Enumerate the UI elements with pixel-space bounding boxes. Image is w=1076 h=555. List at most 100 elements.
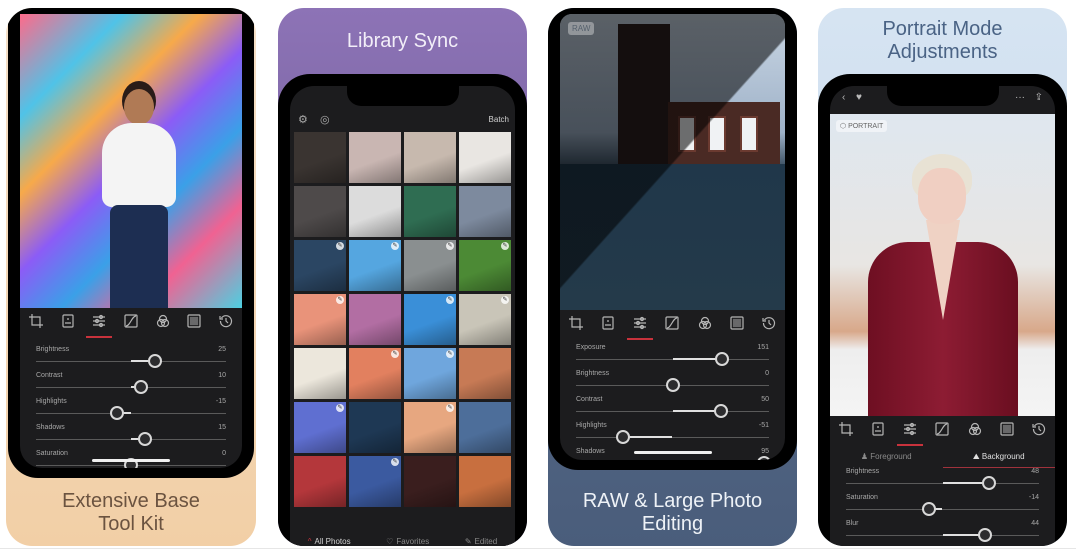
tab-edited[interactable]: ✎ Edited: [465, 537, 497, 546]
tool-crop[interactable]: [837, 421, 855, 439]
batch-button[interactable]: Batch: [489, 115, 509, 124]
tool-vignette[interactable]: [728, 315, 746, 333]
heart-icon[interactable]: ♥: [856, 92, 862, 103]
slider-thumb[interactable]: [981, 476, 996, 490]
slider-brightness: Brightness 0: [576, 370, 769, 396]
raw-badge: RAW: [568, 22, 595, 35]
share-icon[interactable]: ⇪: [1035, 92, 1043, 103]
slider-label: Contrast: [36, 372, 63, 379]
slider-track[interactable]: [36, 413, 226, 414]
phone-screen: ⚙ ◎ Batch ✎ ✎ ✎ ✎ ✎ ✎ ✎ ✎ ✎ ✎ ✎ ✎ ^ All Photos ♡ Favo…: [290, 86, 515, 546]
photo-grid: ✎ ✎ ✎ ✎ ✎ ✎ ✎ ✎ ✎ ✎ ✎ ✎: [294, 132, 511, 507]
slider-thumb[interactable]: [665, 378, 680, 392]
aperture-icon[interactable]: ◎: [320, 114, 332, 126]
slider-label: Contrast: [576, 396, 603, 403]
tool-adjust[interactable]: [86, 313, 113, 338]
photo-thumbnail[interactable]: ✎: [349, 456, 401, 507]
phone-notch: [346, 86, 459, 106]
slider-thumb[interactable]: [713, 404, 728, 418]
tool-crop[interactable]: [27, 313, 45, 331]
tool-color-mixer[interactable]: [966, 421, 984, 439]
photo-thumbnail[interactable]: ✎: [349, 348, 401, 399]
photo-subject: [868, 154, 1018, 416]
photo-thumbnail[interactable]: ✎: [404, 294, 456, 345]
slider-thumb[interactable]: [921, 502, 936, 516]
gear-icon[interactable]: ⚙: [298, 114, 310, 126]
photo-thumbnail[interactable]: ✎: [459, 294, 511, 345]
tool-frame[interactable]: [59, 313, 77, 331]
photo-thumbnail[interactable]: [349, 294, 401, 345]
photo-preview: [20, 14, 242, 308]
photo-thumbnail[interactable]: [459, 186, 511, 237]
slider-thumb[interactable]: [977, 528, 992, 542]
slider-thumb[interactable]: [109, 406, 124, 420]
photo-thumbnail[interactable]: [294, 186, 346, 237]
tool-history[interactable]: [760, 315, 778, 333]
photo-thumbnail[interactable]: ✎: [294, 240, 346, 291]
tool-curves[interactable]: [122, 313, 140, 331]
edited-badge-icon: ✎: [336, 242, 344, 250]
slider-track[interactable]: [846, 509, 1039, 510]
slider-value: 95: [761, 448, 769, 455]
photo-thumbnail[interactable]: [459, 456, 511, 507]
tool-frame[interactable]: [599, 315, 617, 333]
tool-history[interactable]: [217, 313, 235, 331]
slider-thumb[interactable]: [138, 432, 153, 446]
phone-screen: RAW Exposure 151 Brightness 0 Contrast 50 High…: [560, 14, 785, 460]
tool-adjust[interactable]: [897, 421, 924, 446]
screenshot-card-base-toolkit: Brightness 25 Contrast 10 Highlights -15 Shado…: [6, 8, 256, 546]
segment-foreground[interactable]: ♟ Foreground: [830, 448, 943, 468]
slider-thumb[interactable]: [757, 456, 772, 460]
photo-thumbnail[interactable]: ✎: [404, 348, 456, 399]
tool-vignette[interactable]: [998, 421, 1016, 439]
tool-curves[interactable]: [663, 315, 681, 333]
caption-line: Extensive Base: [62, 490, 200, 512]
segment-label: Foreground: [870, 452, 912, 461]
photo-thumbnail[interactable]: [294, 132, 346, 183]
slider-thumb[interactable]: [147, 354, 162, 368]
photo-thumbnail[interactable]: [459, 348, 511, 399]
library-header: ⚙ ◎ Batch: [290, 110, 515, 132]
color-mixer-icon: [156, 314, 170, 331]
slider-shadows: Shadows 95: [576, 448, 772, 460]
more-icon[interactable]: ···: [1015, 92, 1025, 103]
photo-thumbnail[interactable]: ✎: [404, 240, 456, 291]
photo-thumbnail[interactable]: [404, 132, 456, 183]
photo-thumbnail[interactable]: [349, 402, 401, 453]
depth-segment-control: ♟ Foreground ⛰ Background: [830, 448, 1055, 468]
photo-thumbnail[interactable]: [404, 186, 456, 237]
tool-history[interactable]: [1030, 421, 1048, 439]
photo-thumbnail[interactable]: ✎: [294, 294, 346, 345]
photo-thumbnail[interactable]: ✎: [349, 240, 401, 291]
tool-frame[interactable]: [869, 421, 887, 439]
slider-thumb[interactable]: [616, 430, 631, 444]
segment-background[interactable]: ⛰ Background: [942, 448, 1055, 468]
screenshot-card-raw-editing: RAW Exposure 151 Brightness 0 Contrast 50 High…: [548, 8, 797, 546]
photo-thumbnail[interactable]: [349, 186, 401, 237]
photo-thumbnail[interactable]: [294, 456, 346, 507]
tool-vignette[interactable]: [185, 313, 203, 331]
photo-thumbnail[interactable]: [459, 132, 511, 183]
photo-thumbnail[interactable]: ✎: [294, 402, 346, 453]
photo-thumbnail[interactable]: [294, 348, 346, 399]
tab-all-photos[interactable]: ^ All Photos: [308, 537, 351, 546]
tool-color-mixer[interactable]: [154, 313, 172, 331]
photo-thumbnail[interactable]: [349, 132, 401, 183]
photo-thumbnail[interactable]: ✎: [459, 240, 511, 291]
edited-badge-icon: ✎: [391, 350, 399, 358]
photo-thumbnail[interactable]: [459, 402, 511, 453]
slider-value: 151: [757, 344, 769, 351]
slider-blur: Blur 44: [846, 520, 1039, 546]
tool-curves[interactable]: [933, 421, 951, 439]
slider-thumb[interactable]: [133, 380, 148, 394]
tool-crop[interactable]: [567, 315, 585, 333]
photo-thumbnail[interactable]: [404, 456, 456, 507]
photo-thumbnail[interactable]: ✎: [404, 402, 456, 453]
slider-track[interactable]: [576, 437, 769, 438]
edited-badge-icon: ✎: [336, 404, 344, 412]
slider-thumb[interactable]: [714, 352, 729, 366]
tool-color-mixer[interactable]: [696, 315, 714, 333]
tool-adjust[interactable]: [627, 315, 654, 340]
tab-favorites[interactable]: ♡ Favorites: [386, 537, 429, 546]
back-icon[interactable]: ‹: [842, 92, 845, 103]
